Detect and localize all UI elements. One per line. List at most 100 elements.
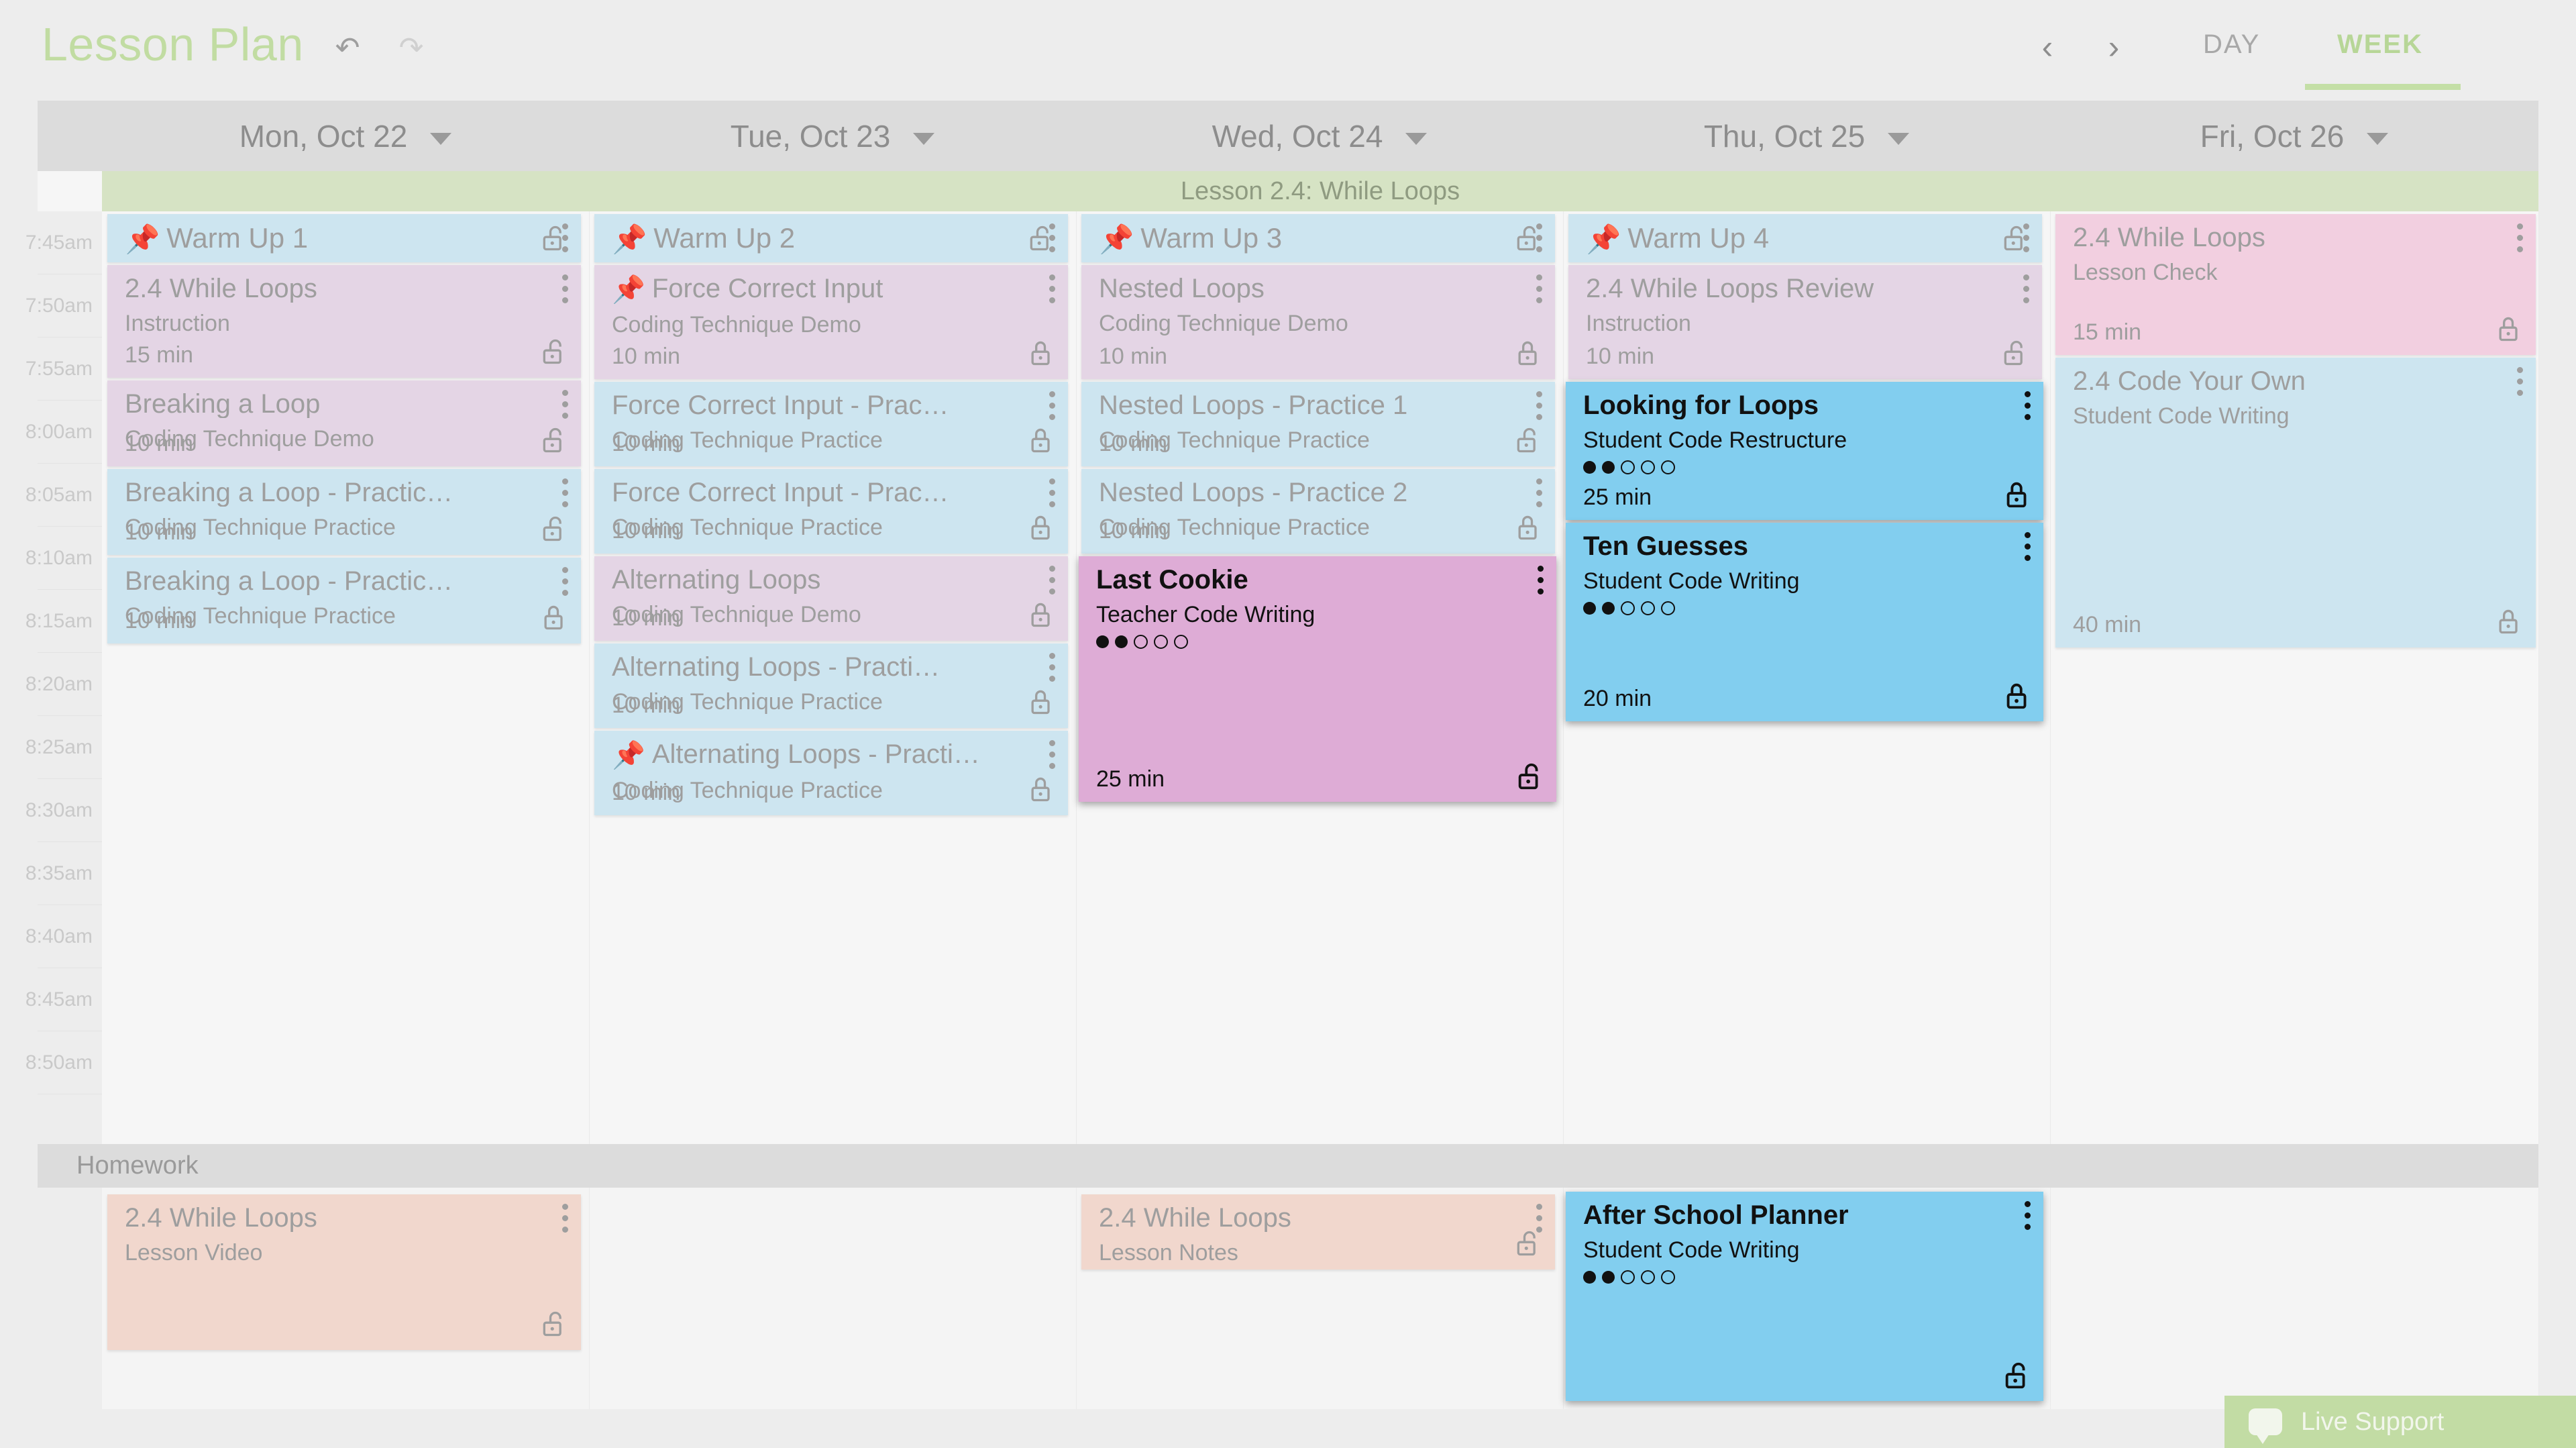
live-support-button[interactable]: Live Support (2224, 1396, 2576, 1448)
lock-icon[interactable] (1026, 686, 1056, 717)
card-menu-button[interactable] (2023, 1201, 2031, 1230)
card-after-school-planner[interactable]: After School Planner Student Code Writin… (1566, 1192, 2043, 1401)
active-tab-indicator (2305, 84, 2461, 90)
card-force-correct-input-practice-2[interactable]: Force Correct Input - Prac… Coding Techn… (594, 469, 1068, 554)
unlock-icon[interactable] (2000, 338, 2030, 368)
lesson-banner[interactable]: Lesson 2.4: While Loops (102, 171, 2538, 211)
card-menu-button[interactable] (2516, 223, 2524, 252)
card-subtitle: Lesson Check (2073, 260, 2218, 285)
card-2-4-while-loops[interactable]: 2.4 While Loops Instruction 15 min (107, 265, 581, 378)
card-nested-loops-practice-2[interactable]: Nested Loops - Practice 2 Coding Techniq… (1081, 469, 1555, 554)
card-breaking-a-loop-practice-2[interactable]: Breaking a Loop - Practic… Coding Techni… (107, 558, 581, 643)
card-title: Breaking a Loop - Practic… (125, 478, 453, 507)
card-menu-button[interactable] (1048, 223, 1056, 252)
lock-icon[interactable] (1026, 512, 1056, 543)
card-warm-up-4[interactable]: 📌 Warm Up 4 (1568, 214, 2042, 262)
unlock-icon[interactable] (539, 336, 569, 367)
chevron-down-icon[interactable] (913, 132, 935, 145)
card-warm-up-2[interactable]: 📌 Warm Up 2 (594, 214, 1068, 262)
card-looking-for-loops[interactable]: Looking for Loops Student Code Restructu… (1566, 382, 2043, 520)
unlock-icon[interactable] (1513, 425, 1543, 456)
lock-icon[interactable] (1026, 338, 1056, 368)
lock-icon[interactable] (2002, 478, 2031, 509)
tab-day[interactable]: DAY (2203, 30, 2260, 60)
card-menu-button[interactable] (2022, 274, 2030, 303)
lock-icon[interactable] (1513, 338, 1543, 368)
lock-icon[interactable] (1026, 774, 1056, 805)
card-menu-button[interactable] (1535, 223, 1543, 252)
card-menu-button[interactable] (561, 274, 569, 303)
card-force-correct-input-practice-1[interactable]: Force Correct Input - Prac… Coding Techn… (594, 382, 1068, 466)
card-menu-button[interactable] (561, 478, 569, 507)
card-2-4-while-loops-lesson-check[interactable]: 2.4 While Loops Lesson Check 15 min (2055, 214, 2536, 355)
time-label: 8:35am (25, 862, 93, 884)
tab-week[interactable]: WEEK (2337, 30, 2423, 60)
unlock-icon[interactable] (539, 425, 569, 456)
card-menu-button[interactable] (2022, 223, 2030, 252)
card-warm-up-3[interactable]: 📌 Warm Up 3 (1081, 214, 1555, 262)
card-alternating-loops[interactable]: Alternating Loops Coding Technique Demo … (594, 556, 1068, 641)
card-nested-loops[interactable]: Nested Loops Coding Technique Demo 10 mi… (1081, 265, 1555, 379)
card-menu-button[interactable] (561, 390, 569, 419)
day-header-mon[interactable]: Mon, Oct 22 (102, 101, 589, 171)
card-homework-lesson-notes[interactable]: 2.4 While Loops Lesson Notes (1081, 1194, 1555, 1270)
day-header-wed[interactable]: Wed, Oct 24 (1076, 101, 1563, 171)
card-menu-button[interactable] (561, 1204, 569, 1233)
card-menu-button[interactable] (1535, 1204, 1543, 1233)
unlock-icon[interactable] (539, 1308, 569, 1339)
card-force-correct-input[interactable]: 📌 Force Correct Input Coding Technique De… (594, 265, 1068, 379)
unlock-icon[interactable] (2002, 1359, 2031, 1390)
difficulty-rating (1583, 460, 2030, 474)
day-header-tue[interactable]: Tue, Oct 23 (589, 101, 1076, 171)
lock-icon[interactable] (1026, 425, 1056, 456)
card-breaking-a-loop-practice-1[interactable]: Breaking a Loop - Practic… Coding Techni… (107, 469, 581, 555)
card-menu-button[interactable] (1048, 740, 1056, 769)
prev-week-button[interactable]: ‹ (2029, 28, 2066, 66)
lock-icon[interactable] (2002, 680, 2031, 711)
next-week-button[interactable]: › (2095, 28, 2133, 66)
card-2-4-code-your-own[interactable]: 2.4 Code Your Own Student Code Writing 4… (2055, 358, 2536, 648)
card-ten-guesses[interactable]: Ten Guesses Student Code Writing 20 min (1566, 523, 2043, 721)
card-nested-loops-practice-1[interactable]: Nested Loops - Practice 1 Coding Techniq… (1081, 382, 1555, 466)
unlock-icon[interactable] (1515, 760, 1544, 791)
card-last-cookie[interactable]: Last Cookie Teacher Code Writing 25 min (1079, 556, 1556, 802)
difficulty-rating (1583, 601, 2030, 615)
card-menu-button[interactable] (1536, 566, 1544, 594)
card-menu-button[interactable] (1048, 566, 1056, 594)
card-menu-button[interactable] (561, 223, 569, 252)
card-menu-button[interactable] (1535, 391, 1543, 420)
card-menu-button[interactable] (1048, 653, 1056, 682)
card-menu-button[interactable] (561, 567, 569, 596)
card-duration: 10 min (612, 692, 681, 718)
chevron-down-icon[interactable] (430, 132, 452, 145)
card-menu-button[interactable] (1048, 391, 1056, 420)
card-alternating-loops-practice-1[interactable]: Alternating Loops - Practi… Coding Techn… (594, 643, 1068, 728)
card-homework-lesson-video[interactable]: 2.4 While Loops Lesson Video (107, 1194, 581, 1350)
lock-icon[interactable] (539, 602, 569, 633)
card-menu-button[interactable] (1535, 478, 1543, 507)
day-header-thu[interactable]: Thu, Oct 25 (1563, 101, 2050, 171)
card-menu-button[interactable] (2516, 367, 2524, 396)
card-menu-button[interactable] (1535, 274, 1543, 303)
card-2-4-while-loops-review[interactable]: 2.4 While Loops Review Instruction 10 mi… (1568, 265, 2042, 379)
chevron-down-icon[interactable] (2367, 132, 2389, 145)
unlock-icon[interactable] (539, 513, 569, 544)
chevron-down-icon[interactable] (1888, 132, 1910, 145)
card-menu-button[interactable] (2023, 532, 2031, 561)
chevron-down-icon[interactable] (1405, 132, 1428, 145)
card-menu-button[interactable] (1048, 274, 1056, 303)
card-menu-button[interactable] (2023, 391, 2031, 420)
lock-icon[interactable] (1026, 599, 1056, 630)
lock-icon[interactable] (2494, 313, 2524, 344)
day-header-fri[interactable]: Fri, Oct 26 (2050, 101, 2538, 171)
card-warm-up-1[interactable]: 📌 Warm Up 1 (107, 214, 581, 262)
lock-icon[interactable] (2494, 606, 2524, 637)
time-label-row: 8:40am (25, 905, 102, 968)
lock-icon[interactable] (1513, 512, 1543, 543)
card-breaking-a-loop[interactable]: Breaking a Loop Coding Technique Demo 10… (107, 380, 581, 466)
undo-icon[interactable]: ↶ (329, 30, 366, 67)
card-alternating-loops-practice-2[interactable]: 📌 Alternating Loops - Practi… Coding Tech… (594, 731, 1068, 815)
card-menu-button[interactable] (1048, 478, 1056, 507)
card-title: 📌 Force Correct Input (612, 274, 883, 304)
redo-icon[interactable]: ↷ (392, 30, 430, 67)
